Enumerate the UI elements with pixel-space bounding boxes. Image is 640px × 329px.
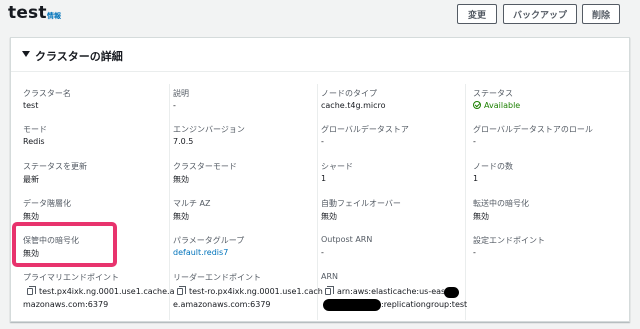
description-label: 説明	[173, 89, 189, 98]
update-status-label: ステータスを更新	[23, 162, 87, 171]
primary-endpoint-label: プライマリエンドポイント	[23, 273, 119, 282]
engine-version-label: エンジンバージョン	[173, 125, 245, 134]
node-count-label: ノードの数	[473, 162, 513, 171]
column-divider	[465, 84, 466, 320]
status-label: ステータス	[473, 89, 513, 98]
panel-title: クラスターの詳細	[35, 50, 123, 63]
mode-value: Redis	[23, 137, 45, 146]
auto-failover-label: 自動フェイルオーバー	[321, 199, 401, 208]
node-type-label: ノードのタイプ	[321, 89, 377, 98]
cluster-mode-value: 無効	[173, 175, 189, 184]
global-datastore-role-label: グローバルデータストアのロール	[473, 125, 593, 134]
reader-endpoint-value: test-ro.px4ixk.ng.0001.use1.cach	[189, 287, 323, 296]
primary-endpoint-value-cont: mazonaws.com:6379	[23, 300, 109, 309]
data-tiering-value: 無効	[23, 212, 39, 221]
parameter-group-link[interactable]: default.redis7	[173, 248, 228, 257]
page-header: test 情報 変更 バックアップ 削除	[0, 0, 640, 30]
outpost-arn-label: Outpost ARN	[321, 235, 373, 244]
cluster-name-label: クラスター名	[23, 89, 71, 98]
global-datastore-role-value: -	[473, 137, 476, 146]
caret-down-icon[interactable]	[22, 51, 30, 57]
outpost-arn-value: -	[321, 248, 324, 257]
arn-value-cont: :replicationgroup:test	[381, 300, 468, 309]
copy-icon[interactable]	[177, 286, 186, 295]
cluster-details-panel: クラスターの詳細 クラスター名 test モード Redis ステータスを更新 …	[10, 37, 630, 322]
node-type-value: cache.t4g.micro	[321, 101, 386, 110]
mode-label: モード	[23, 125, 47, 134]
auto-failover-value: 無効	[321, 212, 337, 221]
config-endpoint-value: -	[473, 248, 476, 257]
multi-az-label: マルチ AZ	[173, 199, 211, 208]
arn-value: arn:aws:elasticache:us-east-1	[337, 287, 457, 296]
primary-endpoint-value: test.px4ixk.ng.0001.use1.cache.a	[39, 287, 175, 296]
reader-endpoint-label: リーダーエンドポイント	[173, 273, 261, 282]
info-link[interactable]: 情報	[47, 11, 61, 21]
node-count-value: 1	[473, 174, 479, 183]
column-divider	[317, 84, 318, 320]
global-datastore-label: グローバルデータストア	[321, 125, 409, 134]
description-value: -	[173, 101, 176, 110]
multi-az-value: 無効	[173, 212, 189, 221]
page-title: test	[8, 3, 47, 23]
redaction-mark	[444, 287, 459, 298]
column-divider	[169, 84, 170, 320]
cluster-mode-label: クラスターモード	[173, 162, 237, 171]
delete-button[interactable]: 削除	[582, 4, 620, 24]
encryption-in-transit-value: 無効	[473, 212, 489, 221]
reader-endpoint-value-cont: e.amazonaws.com:6379	[173, 300, 271, 309]
update-status-value: 最新	[23, 175, 39, 184]
edit-button[interactable]: 変更	[457, 4, 497, 24]
cluster-name-value: test	[23, 101, 39, 110]
engine-version-value: 7.0.5	[173, 137, 194, 146]
data-tiering-label: データ階層化	[23, 199, 71, 208]
config-endpoint-label: 設定エンドポイント	[473, 236, 545, 245]
parameter-group-label: パラメータグループ	[173, 236, 245, 245]
arn-label: ARN	[321, 272, 339, 281]
shards-label: シャード	[321, 162, 353, 171]
copy-icon[interactable]	[325, 286, 334, 295]
encryption-in-transit-label: 転送中の暗号化	[473, 199, 529, 208]
copy-icon[interactable]	[27, 286, 36, 295]
panel-header[interactable]: クラスターの詳細	[11, 38, 629, 72]
status-value: Available	[484, 101, 521, 110]
status-badge: Available	[473, 101, 520, 110]
backup-button[interactable]: バックアップ	[503, 4, 577, 24]
global-datastore-value: -	[321, 137, 324, 146]
check-circle-icon	[473, 101, 481, 109]
highlight-box	[12, 222, 117, 267]
redaction-mark	[323, 299, 381, 311]
shards-value: 1	[321, 174, 327, 183]
